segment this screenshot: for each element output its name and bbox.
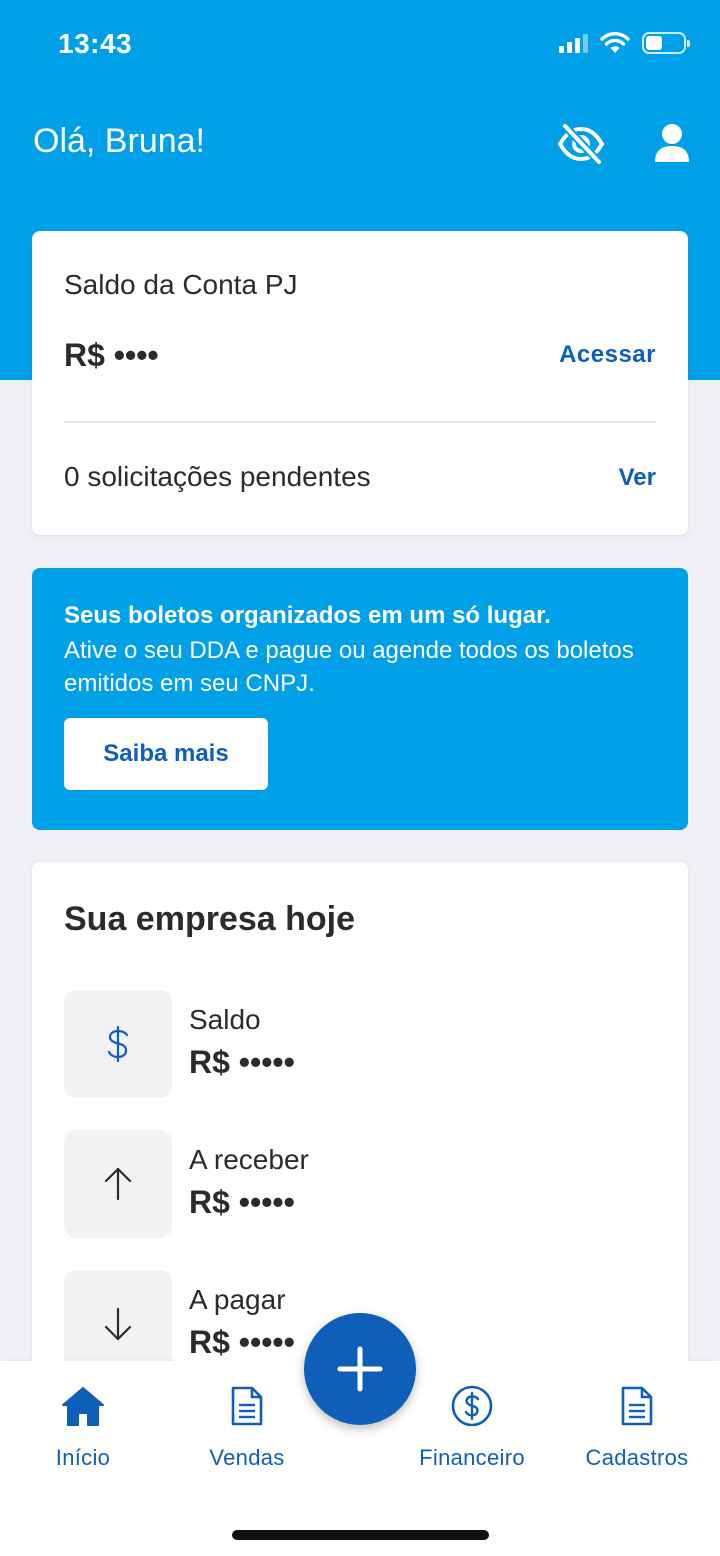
document-icon <box>621 1386 653 1426</box>
dollar-circle-icon <box>451 1385 493 1427</box>
promo-text: Ative o seu DDA e pague ou agende todos … <box>64 637 634 697</box>
cellular-signal-icon <box>559 33 588 53</box>
nav-label: Financeiro <box>419 1445 525 1470</box>
nav-item-financeiro[interactable]: Financeiro <box>397 1383 547 1471</box>
status-icons <box>559 32 690 54</box>
nav-item-cadastros[interactable]: Cadastros <box>562 1383 712 1471</box>
metric-saldo[interactable]: Saldo R$ ••••• <box>64 990 644 1098</box>
battery-icon <box>642 32 690 54</box>
nav-label: Cadastros <box>585 1445 689 1470</box>
arrow-up-icon <box>104 1167 132 1201</box>
profile-button[interactable] <box>652 122 692 166</box>
nav-label: Vendas <box>209 1445 285 1470</box>
home-indicator <box>232 1530 489 1540</box>
nav-item-vendas[interactable]: Vendas <box>172 1383 322 1471</box>
account-title: Saldo da Conta PJ <box>64 269 298 300</box>
dda-promo-banner: Seus boletos organizados em um só lugar.… <box>32 568 688 830</box>
metric-a-receber[interactable]: A receber R$ ••••• <box>64 1130 644 1238</box>
pending-requests-text: 0 solicitações pendentes <box>64 461 371 492</box>
metric-value: R$ ••••• <box>189 1044 295 1080</box>
eye-off-icon <box>557 123 605 165</box>
account-balance-card: Saldo da Conta PJ R$ •••• Acessar 0 soli… <box>32 231 688 535</box>
divider <box>64 421 656 423</box>
promo-title: Seus boletos organizados em um só lugar. <box>64 602 551 629</box>
document-icon <box>231 1386 263 1426</box>
user-icon <box>655 124 689 162</box>
wifi-icon <box>600 32 630 53</box>
metric-icon-box <box>64 990 172 1098</box>
metric-value: R$ ••••• <box>189 1324 295 1360</box>
learn-more-button[interactable]: Saiba mais <box>64 718 268 790</box>
arrow-down-icon <box>104 1307 132 1341</box>
metric-label: A pagar <box>189 1284 286 1315</box>
nav-item-inicio[interactable]: Início <box>8 1383 158 1471</box>
hide-values-button[interactable] <box>556 122 606 166</box>
metric-value: R$ ••••• <box>189 1184 295 1220</box>
greeting: Olá, Bruna! <box>33 122 205 160</box>
status-bar: 13:43 <box>0 0 720 92</box>
metric-label: A receber <box>189 1144 309 1175</box>
access-account-link[interactable]: Acessar <box>559 341 656 369</box>
status-time: 13:43 <box>58 28 133 59</box>
home-icon <box>62 1387 104 1426</box>
metric-label: Saldo <box>189 1004 261 1035</box>
account-balance: R$ •••• <box>64 337 159 373</box>
view-pending-link[interactable]: Ver <box>619 464 656 492</box>
dollar-icon <box>107 1025 129 1063</box>
nav-label: Início <box>55 1445 111 1470</box>
add-button[interactable] <box>304 1313 416 1425</box>
company-today-card: Sua empresa hoje Saldo R$ ••••• A recebe… <box>32 862 688 1382</box>
company-today-title: Sua empresa hoje <box>64 900 356 938</box>
metric-icon-box <box>64 1130 172 1238</box>
plus-icon <box>337 1346 383 1392</box>
